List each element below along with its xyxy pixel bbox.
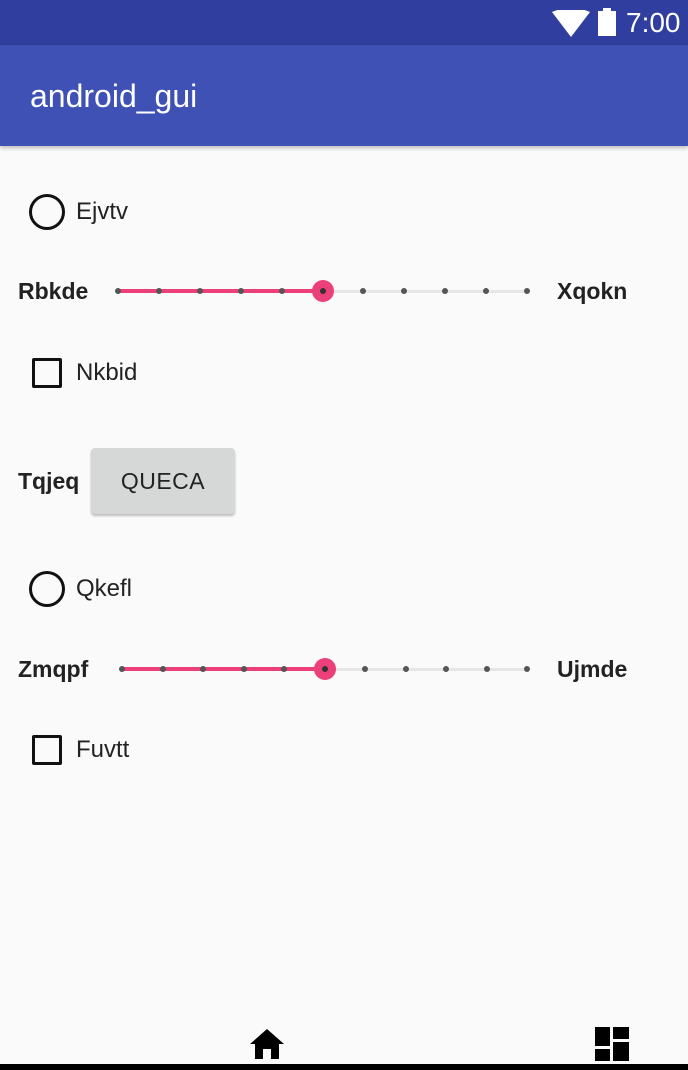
- clock: 7:00: [626, 7, 681, 38]
- slider-thumb[interactable]: [313, 658, 336, 680]
- queca-button[interactable]: QUECA: [91, 448, 235, 514]
- button-row-label: Tqjeq: [18, 468, 80, 494]
- slider-tick: [401, 288, 408, 294]
- slider-tick: [281, 666, 287, 672]
- slider-tick: [442, 288, 449, 294]
- slider-tick: [115, 288, 121, 294]
- slider-tick: [402, 666, 409, 672]
- seekbar-2[interactable]: [119, 654, 530, 684]
- slider-tick: [278, 288, 285, 294]
- status-bar: 7:00: [0, 0, 688, 45]
- radio-label: Ejvtv: [76, 198, 129, 225]
- slider-tick: [483, 288, 490, 294]
- slider-tick: [200, 666, 206, 672]
- slider-tick: [362, 666, 368, 672]
- slider-track-fill: [118, 289, 323, 293]
- slider-tick: [524, 288, 530, 294]
- slider-tick: [483, 666, 490, 672]
- slider-tick: [196, 288, 203, 294]
- slider-right-label: Ujmde: [557, 656, 628, 682]
- slider-tick: [240, 666, 247, 672]
- app-bar: android_gui: [0, 45, 688, 146]
- checkbox-label: Fuvtt: [76, 736, 130, 763]
- navigation-bar: [0, 1064, 688, 1070]
- seekbar-1[interactable]: [115, 276, 530, 306]
- radio-label: Qkefl: [76, 575, 133, 602]
- home-icon[interactable]: [249, 1028, 285, 1060]
- slider-left-label: Rbkde: [18, 278, 89, 304]
- checkbox-label: Nkbid: [76, 359, 138, 386]
- recents-icon[interactable]: [595, 1027, 629, 1061]
- wifi-icon: [552, 10, 590, 37]
- slider-tick: [443, 666, 449, 672]
- battery-icon: [598, 8, 616, 36]
- slider-thumb[interactable]: [311, 280, 334, 302]
- slider-tick: [360, 288, 367, 294]
- slider-tick: [119, 666, 125, 672]
- app-title: android_gui: [30, 78, 198, 114]
- checkbox-box[interactable]: [32, 358, 62, 388]
- slider-right-label: Xqokn: [557, 278, 628, 304]
- slider-tick: [155, 288, 162, 294]
- checkbox-box[interactable]: [32, 735, 62, 765]
- slider-track-fill: [122, 667, 325, 671]
- radio-button[interactable]: [29, 194, 65, 230]
- slider-tick: [524, 666, 530, 672]
- slider-tick: [159, 666, 166, 672]
- slider-left-label: Zmqpf: [18, 656, 89, 682]
- radio-button[interactable]: [29, 571, 65, 607]
- slider-tick: [237, 288, 244, 294]
